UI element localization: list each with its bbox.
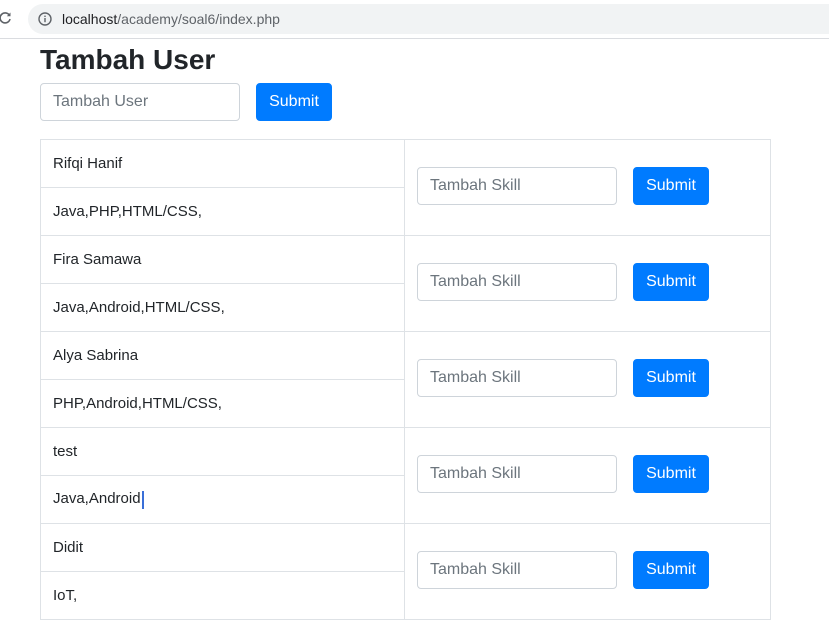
add-skill-form-cell: Submit	[404, 331, 771, 428]
url-host: localhost	[62, 11, 118, 27]
user-skills-cell: IoT,	[40, 571, 405, 620]
omnibox[interactable]: localhost/academy/soal6/index.php	[28, 4, 829, 34]
user-name-cell: Fira Samawa	[40, 235, 405, 284]
user-skills-cell: Java,Android,HTML/CSS,	[40, 283, 405, 332]
user-name-cell: Didit	[40, 523, 405, 572]
add-skill-submit-button[interactable]: Submit	[633, 359, 709, 397]
user-skills-cell: Java,Android	[40, 475, 405, 524]
user-name-cell: test	[40, 427, 405, 476]
add-skill-submit-button[interactable]: Submit	[633, 551, 709, 589]
add-skill-input[interactable]	[417, 167, 617, 205]
user-name-cell: Alya Sabrina	[40, 331, 405, 380]
user-row: Alya Sabrina Submit	[40, 331, 771, 428]
browser-address-bar: localhost/academy/soal6/index.php	[0, 0, 829, 39]
user-skills-cell: Java,PHP,HTML/CSS,	[40, 187, 405, 236]
add-skill-form-cell: Submit	[404, 523, 771, 620]
user-row: Fira Samawa Submit	[40, 235, 771, 332]
user-row: Didit Submit	[40, 523, 771, 620]
page-title: Tambah User	[40, 44, 216, 75]
text-cursor	[141, 490, 144, 509]
add-skill-form-cell: Submit	[404, 427, 771, 524]
add-skill-form-cell: Submit	[404, 139, 771, 236]
url-text[interactable]: localhost/academy/soal6/index.php	[62, 11, 280, 27]
user-row: test Submit	[40, 427, 771, 524]
info-icon[interactable]	[38, 12, 52, 26]
add-skill-input[interactable]	[417, 455, 617, 493]
user-skills-text: Java,PHP,HTML/CSS,	[53, 203, 202, 220]
add-skill-submit-button[interactable]: Submit	[633, 455, 709, 493]
add-skill-form-cell: Submit	[404, 235, 771, 332]
add-user-submit-button[interactable]: Submit	[256, 83, 332, 121]
reload-icon[interactable]	[0, 11, 12, 25]
user-skills-text: Java,Android	[53, 490, 141, 508]
add-user-input[interactable]	[40, 83, 240, 121]
add-skill-input[interactable]	[417, 551, 617, 589]
user-skills-text: PHP,Android,HTML/CSS,	[53, 395, 222, 412]
add-skill-input[interactable]	[417, 263, 617, 301]
add-skill-submit-button[interactable]: Submit	[633, 263, 709, 301]
user-row: Rifqi Hanif Submit	[40, 139, 771, 236]
user-name-cell: Rifqi Hanif	[40, 139, 405, 188]
add-skill-input[interactable]	[417, 359, 617, 397]
user-skills-cell: PHP,Android,HTML/CSS,	[40, 379, 405, 428]
user-skills-text: IoT,	[53, 587, 78, 604]
url-path: /academy/soal6/index.php	[117, 11, 280, 27]
user-skills-text: Java,Android,HTML/CSS,	[53, 299, 225, 316]
user-table: Rifqi Hanif Submit Java,PHP,HTML/CSS, Fira …	[40, 139, 771, 620]
add-skill-submit-button[interactable]: Submit	[633, 167, 709, 205]
